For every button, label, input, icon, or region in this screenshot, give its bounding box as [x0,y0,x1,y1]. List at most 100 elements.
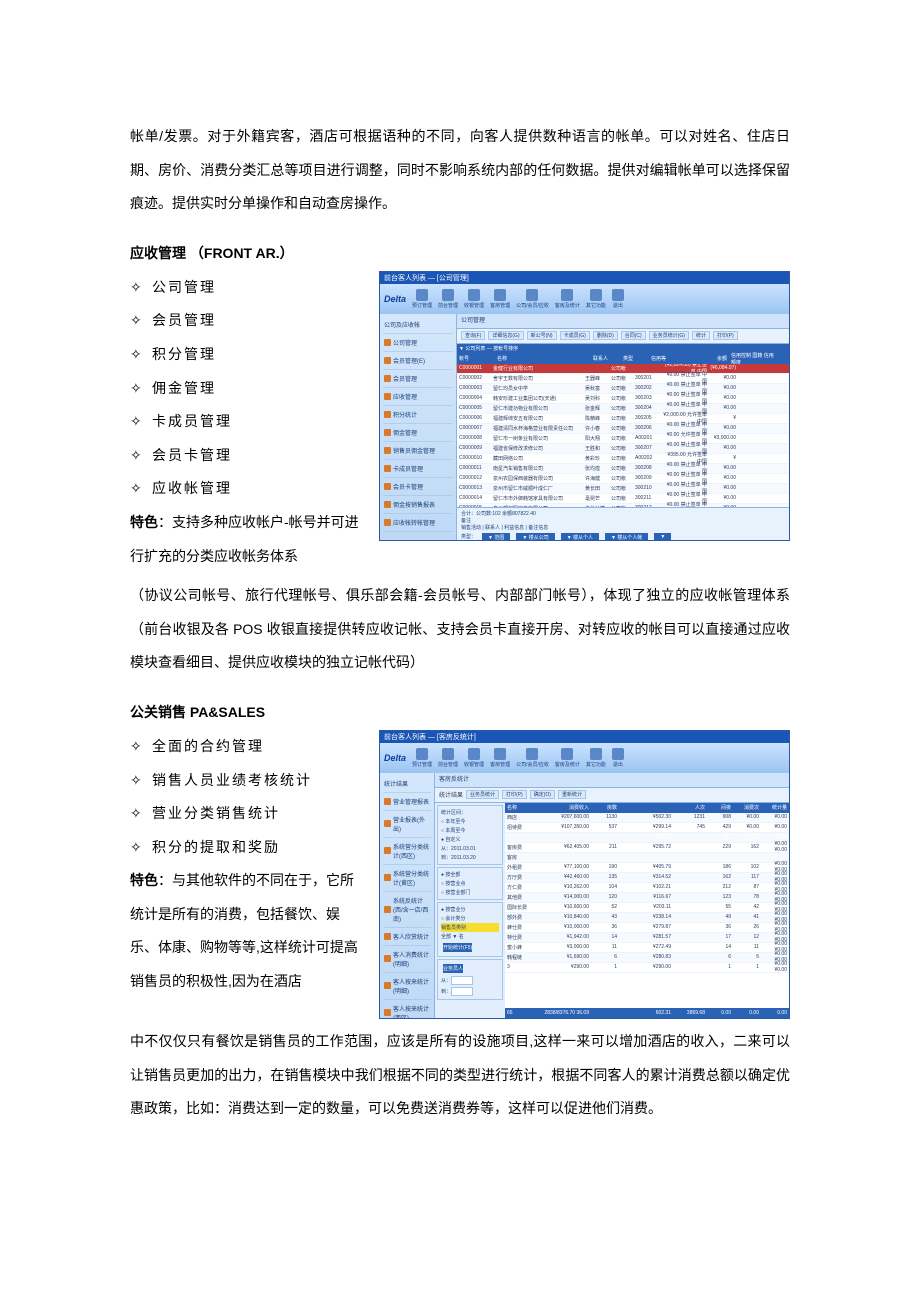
sidebar-item[interactable]: 应收管理 [383,388,453,406]
action-button[interactable]: 查询(F) [461,331,485,340]
toolbar-button[interactable]: 客房管理 [490,748,510,768]
table-row[interactable]: 蜜小蜂¥3,000.0011¥272.491411¥0.00 ¥0.00 [505,943,789,953]
sidebar-item[interactable]: 营业报表(外出) [383,811,431,838]
stats-grid[interactable]: 西店¥207,600.001130¥502.301231908¥0.00¥0.0… [505,813,789,1008]
radio-option[interactable]: 按全部 [441,870,499,879]
toolbar-button[interactable]: 其它功能 [586,289,606,309]
table-row[interactable]: C0000012泉州农园保西装器有限公司许海健公司帐300209¥0.00 禁止… [457,474,789,484]
action-button[interactable]: 重新统计 [558,790,586,799]
table-row[interactable]: C0000001金健行业有限公司公司帐(¥2,024.00) 禁止签单 中国(¥… [457,364,789,374]
radio-option[interactable]: 本周至今 [441,826,499,835]
sidebar-item[interactable]: 客人按来统计(西区) [383,1000,431,1019]
date-to[interactable]: 2011.03.20 [451,855,476,861]
sidebar-item[interactable]: 佣金管理 [383,424,453,442]
radio-option[interactable]: 本年至今 [441,817,499,826]
grid-header: 帐号 名称 联系人 类型 信用等 余额 信用控制 国籍 信用额度 [457,354,789,364]
sidebar-item[interactable]: 会员管理(E) [383,352,453,370]
action-button[interactable]: 删除(D) [593,331,618,340]
toolbar-button[interactable]: 退出 [612,289,624,309]
sidebar-item[interactable]: 会员卡管理 [383,478,453,496]
sales-person-button[interactable]: 业务员人 [443,964,463,973]
table-row[interactable]: C0000002舍宇王数有限公司王器峰公司帐300201¥0.00 禁止签单 中… [457,374,789,384]
sidebar-item[interactable]: 会员管理 [383,370,453,388]
action-button[interactable]: 合同(C) [621,331,646,340]
table-row[interactable]: C0000003留仁均员女中学吴秋富公司帐300202¥0.00 禁止签单 中国… [457,384,789,394]
sidebar-item[interactable]: 佣金按销售报表 [383,496,453,514]
table-row[interactable]: 3¥290.001¥290.0011¥0.00 ¥0.00 [505,963,789,973]
toolbar-button[interactable]: 退出 [612,748,624,768]
toolbar-button[interactable]: 前台管理 [438,289,458,309]
stat-button[interactable]: 开始统计(F5) [443,943,472,952]
toolbar-button[interactable]: 预订管理 [412,748,432,768]
table-row[interactable]: 部外费¥10,840.0043¥238.144941¥0.00 ¥0.00 [505,913,789,923]
toolbar-button[interactable]: 公司/会员/应收 [516,748,549,768]
table-row[interactable]: 外租费¥77,100.00190¥405.79186102¥0.00 ¥0.00 [505,863,789,873]
action-button[interactable]: 统计 [692,331,710,340]
table-row[interactable]: 特仕费¥1,942.0014¥281.571712¥0.00 ¥0.00 [505,933,789,943]
sidebar-item[interactable]: 营业管理报表 [383,793,431,811]
toolbar-button[interactable]: 公司/会员/应收 [516,289,549,309]
radio-option[interactable]: 会计类分 [441,914,499,923]
table-row[interactable]: C0000005留仁市建功物业有限公司张金辉公司帐300204¥0.00 禁止签… [457,404,789,414]
tab-bar[interactable]: 公司管理 [457,314,789,329]
radio-option[interactable]: 自定义 [441,835,499,844]
radio-option[interactable]: 按营业分 [441,905,499,914]
action-button[interactable]: 确定(O) [530,790,555,799]
action-button[interactable]: 卡成员(G) [560,331,590,340]
action-button[interactable]: 打印(P) [502,790,527,799]
table-row[interactable]: 蜂仕费¥10,000.0036¥279.873626¥0.00 ¥0.00 [505,923,789,933]
sidebar-item[interactable]: 应收帐转帐管理 [383,514,453,532]
action-button[interactable]: 业务员统计 [466,790,499,799]
action-button[interactable]: 业务员统计(G) [649,331,689,340]
toolbar-button[interactable]: 其它功能 [586,748,606,768]
toolbar-button[interactable]: 前台管理 [438,748,458,768]
data-grid[interactable]: C0000001金健行业有限公司公司帐(¥2,024.00) 禁止签单 中国(¥… [457,364,789,507]
sidebar-item[interactable]: 客人按来统计(明细) [383,973,431,1000]
from-input[interactable] [451,976,473,985]
table-row[interactable]: 招待费¥107,350.00537¥299.14745429¥0.00¥0.00 [505,823,789,833]
radio-option[interactable]: 按营业点 [441,879,499,888]
radio-option[interactable]: 按营业部门 [441,888,499,897]
table-row[interactable]: C0000010藏田网络公司黄彩珍公司帐A00202¥395.00 允许签单 中… [457,454,789,464]
subtab[interactable]: 统计结果 [439,790,463,799]
sidebar-item[interactable]: 系统营分类统计(黄区) [383,865,431,892]
toolbar-button[interactable]: 收银管理 [464,748,484,768]
tab-bar[interactable]: 客房反统计 [435,773,789,788]
toolbar-button[interactable]: 收银管理 [464,289,484,309]
table-row[interactable]: C0000004韩安珍建工业集团公司(天通)吴刘科公司帐300203¥0.00 … [457,394,789,404]
toolbar-button[interactable]: 客房及统计 [555,289,580,309]
table-row[interactable]: 其他费¥14,000.00120¥116.6712378¥0.00 ¥0.00 [505,893,789,903]
table-row[interactable]: C0000006福建辉缔安五有限公司陈精峰公司帐300205¥2,000.00 … [457,414,789,424]
sidebar-item[interactable]: 销售员佣金管理 [383,442,453,460]
sidebar-item[interactable]: 客人欣赏统计 [383,928,431,946]
highlighted-option[interactable]: 销售员类别 [441,923,499,932]
toolbar-button[interactable]: 客房及统计 [555,748,580,768]
table-row[interactable]: 方厅费¥42,460.00135¥314.52162117¥0.00 ¥0.00 [505,873,789,883]
table-row[interactable]: C0000007福建清同水杯海格营业有限责任公司许小春公司帐300206¥0.0… [457,424,789,434]
sidebar-item[interactable]: 系统反统计(西/含一店/西南) [383,892,431,928]
table-row[interactable]: C0000013泉州市留仁市威顺叶成仁厂黄长田公司帐300210¥0.00 禁止… [457,484,789,494]
table-row[interactable]: C0000009福建省保修改求修公司王胜和公司帐300207¥0.00 禁止签单… [457,444,789,454]
sidebar-item[interactable]: 公司管理 [383,334,453,352]
sidebar-item[interactable]: 系统营分类统计(西区) [383,838,431,865]
action-button[interactable]: 详细信息(G) [488,331,523,340]
table-row[interactable]: 国际长费¥10,600.0052¥203.115542¥0.00 ¥0.00 [505,903,789,913]
action-button[interactable]: 打印(P) [713,331,738,340]
table-row[interactable]: C0000014留仁市市外御韩馆家具有限公司毫昆芒公司帐300211¥0.00 … [457,494,789,504]
table-row[interactable]: 客房 [505,853,789,863]
table-row[interactable]: 客房费¥62,405.00211¥295.72229162¥0.00 ¥0.00 [505,843,789,853]
table-row[interactable]: 西店¥207,600.001130¥502.301231908¥0.00¥0.0… [505,813,789,823]
to-input[interactable] [451,987,473,996]
table-row[interactable]: ¥201.71421¥0.00¥0.00 [505,833,789,843]
action-button[interactable]: 新公号(N) [527,331,557,340]
date-from[interactable]: 2011.03.01 [451,846,476,852]
table-row[interactable]: 韩程链¥1,690.006¥280.8365¥0.00 ¥0.00 [505,953,789,963]
table-row[interactable]: C0000008留仁市一树条业有限公司阳大翔公司帐A00201¥0.00 允许签… [457,434,789,444]
table-row[interactable]: 方仁费¥10,262.00104¥102.2121287¥0.00 ¥0.00 [505,883,789,893]
sidebar-item[interactable]: 客人消费统计(明细) [383,946,431,973]
toolbar-button[interactable]: 客房管理 [490,289,510,309]
sidebar-item[interactable]: 积分统计 [383,406,453,424]
sidebar-item[interactable]: 卡成员管理 [383,460,453,478]
table-row[interactable]: C0000011南星汽车销售有限公司张均煌公司帐300208¥0.00 禁止签单… [457,464,789,474]
toolbar-button[interactable]: 预订管理 [412,289,432,309]
